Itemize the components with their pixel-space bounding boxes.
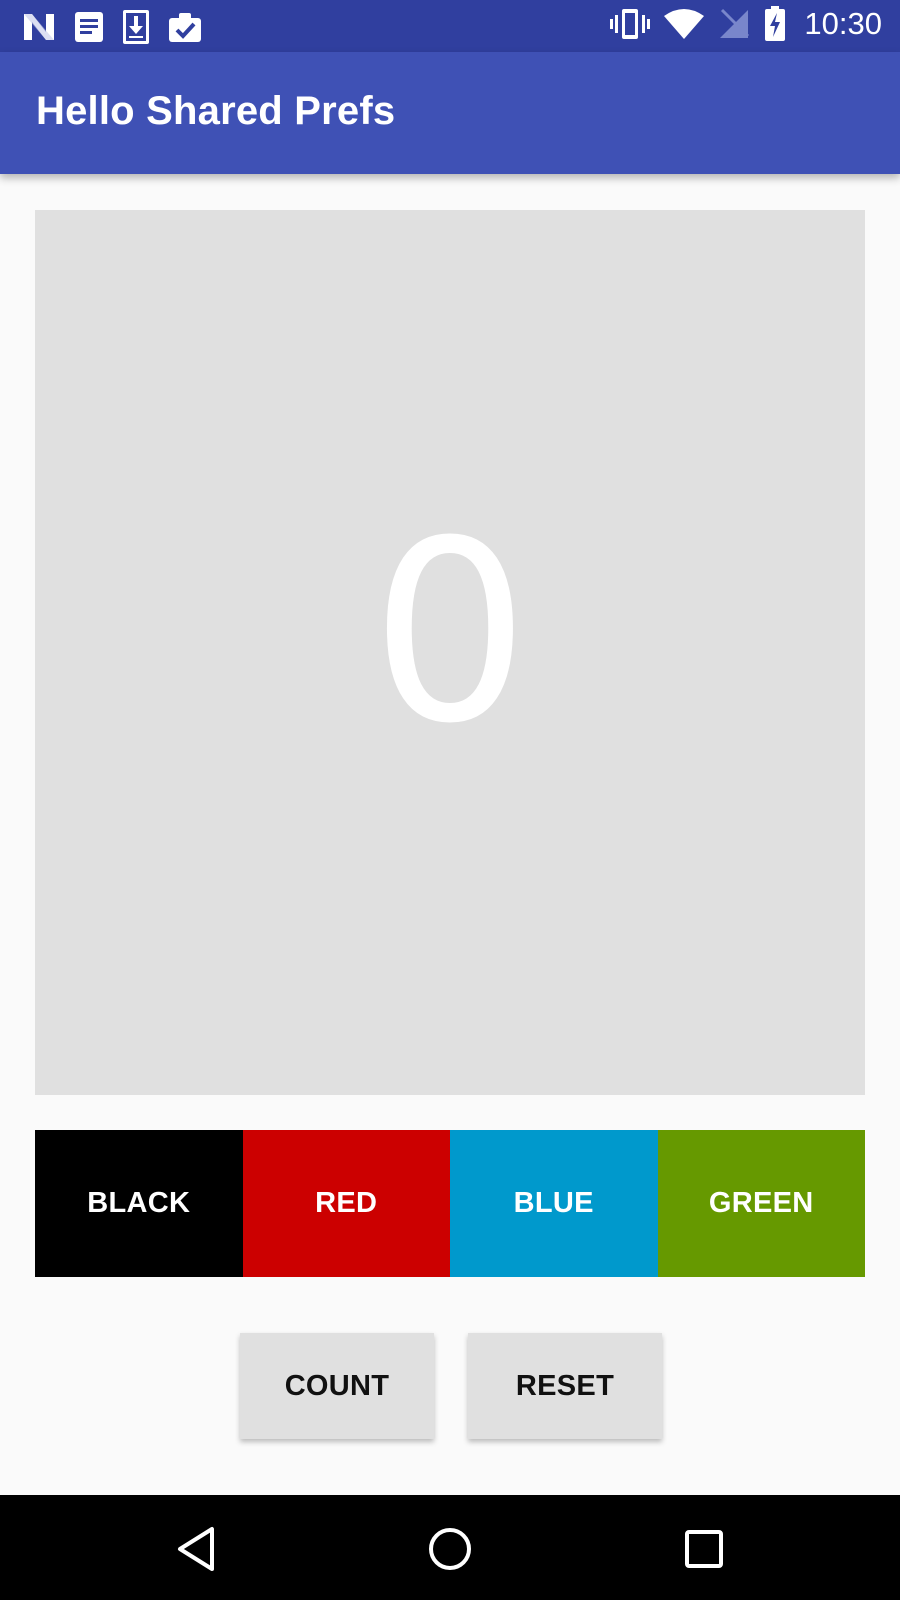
reset-button[interactable]: RESET	[468, 1333, 662, 1439]
status-clock: 10:30	[804, 6, 882, 41]
count-display-panel: 0	[35, 210, 865, 1095]
n-logo-icon	[22, 10, 56, 44]
green-button[interactable]: GREEN	[657, 1130, 865, 1277]
app-title: Hello Shared Prefs	[36, 89, 396, 133]
notes-icon	[74, 11, 104, 43]
battery-charging-icon	[764, 6, 786, 42]
red-button[interactable]: RED	[242, 1130, 450, 1277]
recents-icon[interactable]	[678, 1523, 730, 1575]
clipboard-check-icon	[168, 11, 202, 43]
blue-button[interactable]: BLUE	[450, 1130, 658, 1277]
home-icon[interactable]	[424, 1523, 476, 1575]
wifi-icon	[664, 8, 705, 40]
back-icon[interactable]	[172, 1523, 224, 1575]
system-status-icons: 10:30	[610, 6, 882, 42]
no-signal-icon	[718, 8, 750, 40]
color-button-row: BLACK RED BLUE GREEN	[35, 1130, 865, 1277]
count-button[interactable]: COUNT	[240, 1333, 434, 1439]
black-button[interactable]: BLACK	[35, 1130, 243, 1277]
navigation-bar	[0, 1495, 900, 1600]
app-bar: Hello Shared Prefs	[0, 52, 900, 174]
download-icon	[122, 9, 150, 45]
vibrate-icon	[610, 7, 651, 41]
count-value: 0	[370, 486, 530, 778]
status-bar: 10:30	[0, 0, 900, 52]
notification-icons	[22, 9, 202, 45]
